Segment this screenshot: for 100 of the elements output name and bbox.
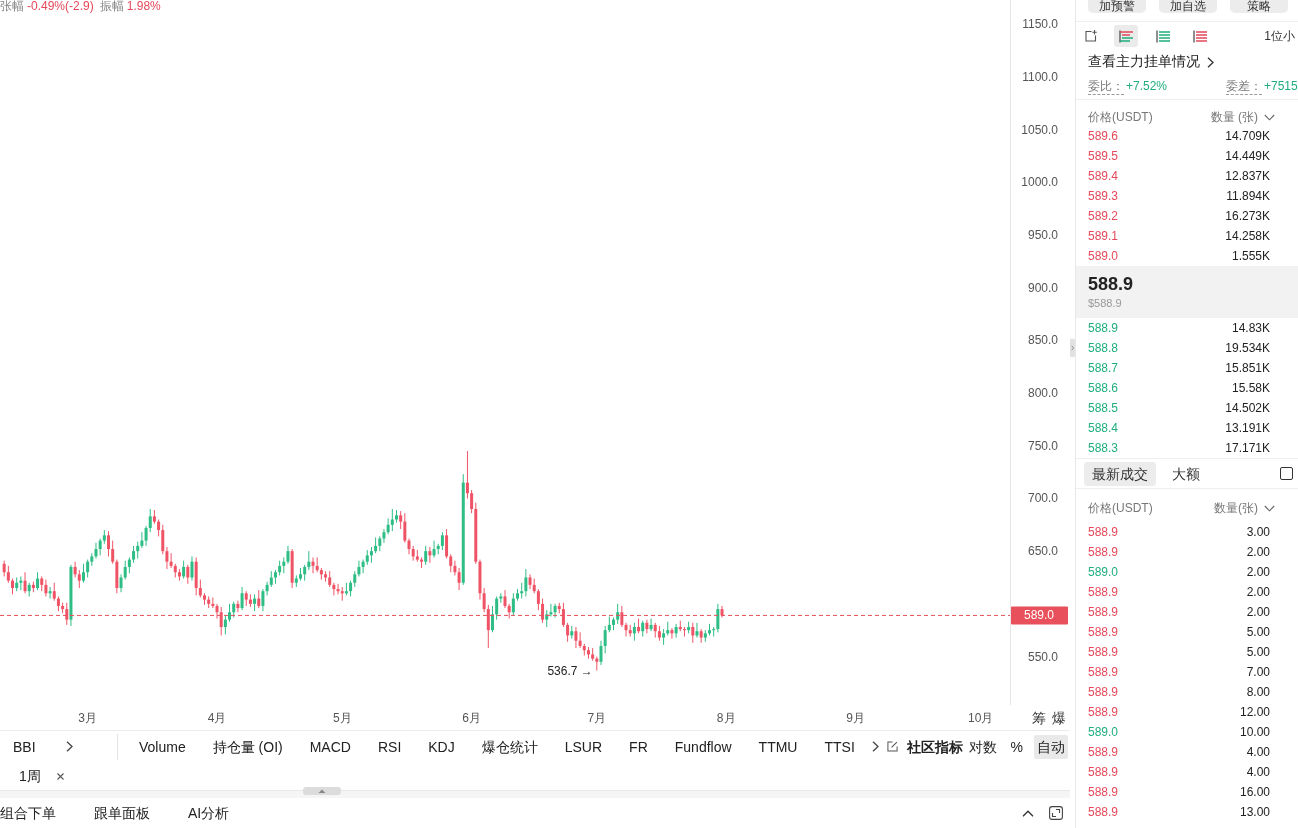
ask-quantity: 11.894K	[1226, 189, 1270, 203]
candlestick	[148, 508, 152, 533]
x-axis-label: 4月	[207, 711, 227, 725]
chevron-up-icon[interactable]	[1022, 809, 1034, 817]
y-axis-label: 1050.0	[1021, 122, 1058, 137]
bottom-tab[interactable]: AI分析	[188, 804, 230, 822]
candlestick	[674, 623, 678, 639]
checkbox[interactable]	[1280, 467, 1293, 480]
chevron-right-icon[interactable]	[65, 741, 73, 752]
candlestick	[307, 550, 311, 571]
last-price: 588.9	[1088, 273, 1134, 295]
candlestick	[457, 567, 461, 591]
chevron-right-icon[interactable]	[1207, 56, 1214, 68]
indicator-tab[interactable]: Fundflow	[674, 737, 732, 756]
trade-quantity: 12.00	[1239, 705, 1270, 719]
edit-icon[interactable]	[886, 741, 898, 752]
precision-select[interactable]: 1位小	[1264, 27, 1295, 45]
candlestick	[332, 582, 336, 596]
timeframe-tab[interactable]: 1周	[19, 767, 41, 785]
chart-tool-button[interactable]: 筹	[1032, 709, 1046, 727]
trade-quantity: 4.00	[1246, 765, 1270, 779]
candlestick	[144, 525, 148, 547]
community-indicators-button[interactable]: 社区指标	[906, 737, 963, 756]
expand-icon[interactable]	[1049, 806, 1063, 820]
bottom-tab[interactable]: 组合下单	[0, 804, 56, 822]
candlestick	[390, 508, 394, 532]
ask-price: 589.5	[1088, 149, 1119, 163]
indicator-tab[interactable]: 持仓量 (OI)	[212, 737, 283, 756]
candlestick	[236, 600, 240, 613]
view-mode-button[interactable]	[1114, 25, 1138, 47]
candlestick	[561, 602, 565, 628]
candlestick	[311, 556, 315, 574]
candlestick	[620, 605, 624, 628]
main-orders-link[interactable]: 查看主力挂单情况	[1088, 53, 1200, 71]
ask-price: 589.6	[1088, 129, 1119, 143]
close-icon[interactable]	[56, 772, 64, 780]
scale-option[interactable]: 对数	[965, 734, 1000, 759]
candlestick	[482, 587, 486, 613]
chevron-down-icon[interactable]	[1264, 113, 1275, 121]
indicator-tab[interactable]: 爆仓统计	[481, 737, 538, 756]
action-button[interactable]: 加预警	[1088, 0, 1146, 13]
candlestick	[511, 592, 515, 616]
trades-tab[interactable]: 最新成交	[1084, 461, 1156, 486]
trades-tab[interactable]: 大额	[1164, 461, 1208, 486]
trade-quantity: 3.00	[1246, 525, 1270, 539]
indicator-tab[interactable]: BBI	[13, 737, 36, 756]
scale-option[interactable]: %	[1007, 734, 1026, 759]
candlestick	[566, 622, 570, 643]
indicator-tab[interactable]: RSI	[377, 737, 402, 756]
candlestick	[486, 604, 490, 649]
candlestick	[549, 603, 553, 617]
bid-quantity: 15.58K	[1231, 381, 1270, 395]
candlestick	[161, 524, 165, 555]
action-button[interactable]: 加自选	[1159, 0, 1217, 13]
candlestick	[240, 586, 244, 611]
chevron-right-icon[interactable]	[871, 741, 879, 752]
trade-quantity: 16.00	[1239, 785, 1270, 799]
candlestick	[490, 605, 494, 633]
indicator-tab[interactable]: KDJ	[428, 737, 455, 756]
trade-quantity: 13.00	[1239, 805, 1270, 819]
scale-option[interactable]: 自动	[1034, 734, 1068, 759]
column-header: 价格(USDT)	[1088, 500, 1153, 517]
bottom-tab[interactable]: 跟单面板	[94, 804, 150, 822]
y-axis-label: 650.0	[1027, 544, 1058, 559]
y-axis-label: 950.0	[1027, 228, 1058, 242]
indicator-tab[interactable]: TTMU	[758, 737, 798, 756]
indicator-tab[interactable]: LSUR	[564, 737, 603, 756]
resize-handle[interactable]	[303, 787, 341, 795]
bid-quantity: 14.502K	[1225, 401, 1270, 415]
candlestick	[169, 552, 173, 569]
candlestick	[382, 528, 386, 544]
indicator-tab[interactable]: Volume	[139, 737, 186, 756]
bid-price: 588.9	[1088, 321, 1119, 335]
candlestick	[695, 622, 699, 639]
chart-tool-button[interactable]: 爆	[1052, 709, 1066, 727]
trade-price: 588.9	[1088, 665, 1119, 679]
candlestick	[712, 626, 716, 637]
ask-quantity: 16.273K	[1225, 209, 1270, 223]
ref-line-label: 589.0	[1023, 608, 1055, 623]
candlestick	[649, 618, 653, 632]
trade-price: 588.9	[1088, 805, 1119, 819]
indicator-tab[interactable]: TTSI	[824, 737, 855, 756]
trade-price: 588.9	[1088, 785, 1119, 799]
y-axis-label: 800.0	[1027, 386, 1058, 401]
action-button[interactable]: 策略	[1230, 0, 1288, 13]
x-axis-label: 10月	[968, 711, 994, 725]
trade-quantity: 5.00	[1246, 645, 1270, 659]
ratio-value: +7.52%	[1126, 78, 1168, 95]
candlestick	[424, 545, 428, 566]
ask-quantity: 14.449K	[1225, 149, 1270, 163]
y-axis-label: 700.0	[1027, 491, 1058, 506]
y-axis-label: 900.0	[1027, 280, 1058, 295]
candlestick	[470, 489, 474, 514]
ask-price: 589.2	[1088, 209, 1119, 223]
square-plus-icon[interactable]	[1085, 30, 1097, 42]
chevron-down-icon[interactable]	[1264, 505, 1275, 512]
candlestick	[536, 588, 540, 611]
candlestick	[453, 560, 457, 576]
indicator-tab[interactable]: FR	[629, 737, 648, 756]
indicator-tab[interactable]: MACD	[309, 737, 351, 756]
